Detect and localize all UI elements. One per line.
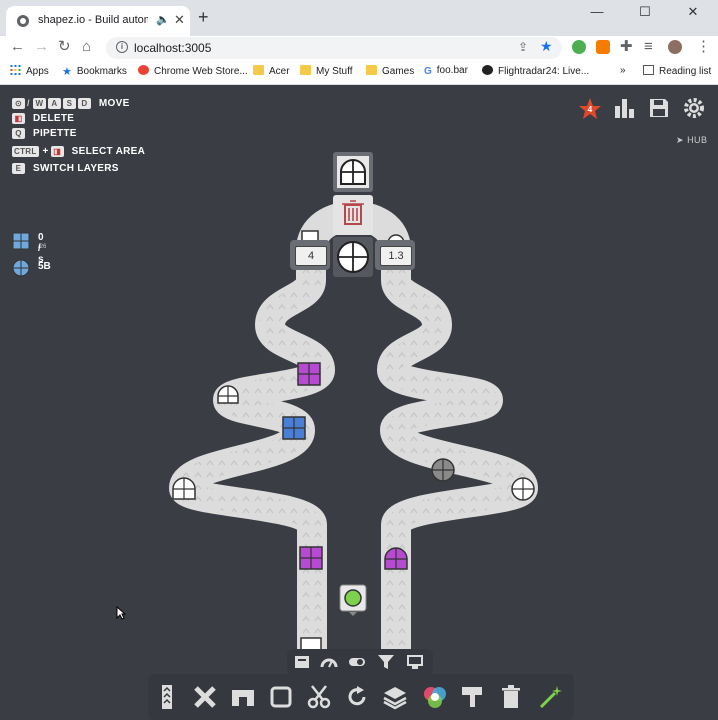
belt-icon[interactable] bbox=[154, 684, 180, 710]
share-icon[interactable]: ⇪ bbox=[518, 39, 528, 55]
trash-building[interactable] bbox=[333, 195, 373, 235]
url-text: localhost:3005 bbox=[134, 41, 212, 55]
throughput-counter-left[interactable]: 4 bbox=[290, 240, 330, 270]
shape-stored-icon bbox=[12, 259, 30, 277]
bookmark-flightradar[interactable]: Flightradar24: Live... bbox=[482, 65, 589, 77]
trash-icon[interactable] bbox=[498, 684, 524, 710]
mixer-icon[interactable] bbox=[422, 684, 448, 710]
star-icon: ★ bbox=[62, 66, 72, 78]
folder-icon bbox=[366, 65, 377, 75]
counter-value: 4 bbox=[295, 246, 327, 266]
minimize-button[interactable]: — bbox=[580, 4, 614, 22]
keybind-pipette: Q PIPETTE bbox=[12, 128, 77, 141]
keybind-switch-layers: E SWITCH LAYERS bbox=[12, 163, 119, 176]
webstore-icon bbox=[138, 65, 149, 75]
rotate-icon[interactable] bbox=[344, 684, 370, 710]
toggle-icon[interactable] bbox=[348, 654, 366, 670]
active-tab[interactable]: shapez.io - Build automated 🔈 ✕ bbox=[6, 6, 190, 36]
media-icon[interactable]: ≡ bbox=[644, 39, 653, 55]
bookmarks-bar: Apps ★ Bookmarks Chrome Web Store... Acer… bbox=[0, 60, 718, 85]
address-bar[interactable]: i localhost:3005 ⇪ ★ bbox=[106, 37, 562, 59]
bookmark-apps[interactable]: Apps bbox=[10, 65, 49, 77]
statistics-icon[interactable] bbox=[614, 97, 636, 119]
mouse-icon: ◨ bbox=[50, 146, 64, 157]
bookmark-mystuff[interactable]: My Stuff bbox=[300, 65, 353, 77]
bookmark-bookmarks[interactable]: ★ Bookmarks bbox=[62, 65, 127, 78]
mouse-right-icon: ◧ bbox=[12, 113, 25, 124]
maximize-button[interactable]: ☐ bbox=[628, 4, 662, 22]
building-toolbar bbox=[148, 674, 574, 720]
cutter-icon[interactable] bbox=[306, 684, 332, 710]
reading-list[interactable]: Reading list bbox=[643, 65, 711, 77]
bookmark-games[interactable]: Games bbox=[366, 65, 414, 77]
menu-icon[interactable]: ⋮ bbox=[696, 39, 711, 55]
goal-shape-building[interactable] bbox=[333, 152, 373, 192]
speedometer-icon[interactable] bbox=[320, 654, 338, 670]
storage-icon[interactable] bbox=[293, 654, 311, 670]
arrow-icon: ➤ bbox=[676, 135, 685, 145]
home-icon[interactable]: ⌂ bbox=[82, 39, 91, 55]
rotator-frame-icon[interactable] bbox=[268, 684, 294, 710]
reading-list-icon bbox=[643, 65, 654, 75]
game-canvas[interactable]: 4 1.3 ⊙ / W A S D MOVE ◧ DELETE Q PIPETTE CTRL +… bbox=[0, 85, 718, 720]
settings-gear-icon[interactable] bbox=[683, 97, 705, 119]
level-badge-icon[interactable]: 4 bbox=[578, 97, 602, 121]
globe-icon bbox=[17, 15, 29, 27]
throughput-counter-right[interactable]: 1.3 bbox=[375, 240, 415, 270]
google-icon: G bbox=[424, 66, 432, 77]
profile-avatar[interactable] bbox=[668, 40, 682, 54]
info-icon[interactable]: i bbox=[116, 41, 128, 53]
apps-icon bbox=[10, 65, 21, 75]
tunnel-icon[interactable] bbox=[230, 684, 256, 710]
audio-icon[interactable]: 🔈 bbox=[156, 13, 170, 26]
bookmark-webstore[interactable]: Chrome Web Store... bbox=[138, 65, 248, 77]
mouse-cursor-icon bbox=[116, 606, 126, 620]
folder-icon bbox=[300, 65, 311, 75]
tab-strip: shapez.io - Build automated 🔈 ✕ + — ☐ ✕ bbox=[0, 0, 718, 36]
bookmark-star-icon[interactable]: ★ bbox=[540, 38, 553, 54]
keybind-move: ⊙ / W A S D MOVE bbox=[12, 98, 130, 111]
forward-icon[interactable]: → bbox=[34, 39, 49, 55]
filter-icon[interactable] bbox=[377, 654, 395, 670]
close-window-button[interactable]: ✕ bbox=[676, 4, 710, 22]
mouse-icon: ⊙ bbox=[12, 98, 25, 109]
reload-icon[interactable]: ↻ bbox=[58, 39, 71, 55]
balancer-icon[interactable] bbox=[192, 684, 218, 710]
green-circle-producer[interactable] bbox=[339, 584, 367, 616]
shape-rate-icon bbox=[12, 232, 30, 250]
browser-toolbar: ← → ↻ ⌂ i localhost:3005 ⇪ ★ ✚ ≡ ⋮ bbox=[0, 36, 718, 60]
tab-title: shapez.io - Build automated bbox=[38, 14, 148, 26]
rss-icon[interactable] bbox=[596, 40, 610, 54]
bookmark-acer[interactable]: Acer bbox=[253, 65, 290, 77]
folder-icon bbox=[253, 65, 264, 75]
wand-icon[interactable] bbox=[538, 684, 564, 710]
secondary-toolbar bbox=[287, 649, 433, 675]
extensions-puzzle-icon[interactable]: ✚ bbox=[620, 39, 633, 55]
center-shape-building[interactable] bbox=[333, 237, 373, 277]
back-icon[interactable]: ← bbox=[10, 39, 25, 55]
stacker-icon[interactable] bbox=[382, 684, 408, 710]
buildings-layer bbox=[301, 152, 405, 616]
save-icon[interactable] bbox=[648, 97, 670, 119]
keybind-select-area: CTRL + ◨ SELECT AREA bbox=[12, 146, 146, 158]
flightradar-icon bbox=[482, 65, 493, 75]
counter-value: 1.3 bbox=[380, 246, 412, 266]
new-tab-button[interactable]: + bbox=[198, 8, 209, 26]
display-icon[interactable] bbox=[406, 654, 424, 670]
bookmark-foobar[interactable]: Gfoo.bar bbox=[424, 65, 468, 77]
hub-waypoint[interactable]: ➤ HUB bbox=[676, 135, 708, 146]
keybind-delete: ◧ DELETE bbox=[12, 113, 74, 126]
close-tab-icon[interactable]: ✕ bbox=[174, 12, 185, 28]
extension-green-icon[interactable] bbox=[572, 40, 586, 54]
bookmarks-overflow[interactable]: » bbox=[620, 65, 626, 76]
painter-icon[interactable] bbox=[460, 684, 486, 710]
svg-text:4: 4 bbox=[588, 105, 593, 114]
